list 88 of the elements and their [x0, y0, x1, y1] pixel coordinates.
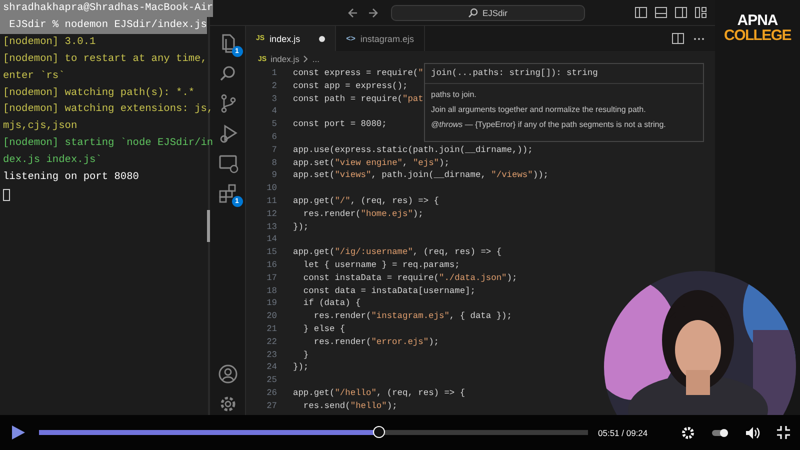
code-line: } else { [302, 322, 346, 336]
code-line: let { username } = req.params; [302, 258, 460, 272]
terminal-line: [nodemon] watching path(s): *.* [2, 86, 195, 101]
volume-icon[interactable] [745, 426, 761, 440]
split-editor-icon[interactable] [672, 33, 684, 44]
code-line: const express = require(" [293, 67, 424, 80]
line-number: 6 [270, 130, 277, 144]
line-number: 18 [266, 284, 277, 298]
code-line: app.get("/ig/:username", (req, res) => { [293, 246, 502, 259]
account-icon[interactable] [216, 363, 238, 385]
terminal-line: [nodemon] 3.0.1 [2, 34, 96, 50]
chevron-icon [303, 55, 308, 63]
line-number: 4 [270, 105, 277, 118]
command-center-search[interactable]: EJSdir [391, 4, 585, 20]
line-number: 11 [266, 194, 277, 208]
line-number: 15 [266, 246, 277, 259]
code-line: const data = instaData[username]; [302, 284, 476, 298]
line-number: 24 [266, 361, 277, 374]
line-number: 13 [266, 220, 277, 234]
forward-arrow-icon[interactable] [367, 6, 379, 18]
line-number: 8 [270, 156, 277, 170]
brand-logo: APNA COLLEGE [723, 13, 792, 43]
code-line: if (data) { [302, 297, 361, 310]
code-line: app.set("view engine", "ejs"); [293, 156, 450, 170]
terminal-line: mjs,cjs,json [2, 119, 78, 134]
sidebar-layout-icon[interactable] [635, 7, 647, 18]
code-line: res.render("home.ejs"); [302, 208, 424, 221]
code-line: const app = express(); [293, 80, 408, 93]
line-number: 17 [266, 272, 277, 285]
code-line: } [302, 348, 309, 362]
video-time: 05:51 / 09:24 [598, 428, 648, 438]
scrollbar[interactable] [207, 210, 210, 242]
throws-note: @throws — {TypeError} if any of the path segments is not a string. [431, 120, 667, 129]
code-line: app.set("views", path.join(__dirname, "/views")); [293, 169, 548, 182]
extensions-icon[interactable] [216, 182, 238, 204]
code-line: res.render("error.ejs"); [312, 336, 439, 349]
function-description: Join all arguments together and normalize the resulting path. [431, 105, 647, 114]
code-line: res.render("instagram.ejs", { data }); [312, 310, 512, 323]
breadcrumb-item[interactable]: ... [312, 54, 320, 64]
code-line: const port = 8080; [293, 118, 387, 131]
line-number: 2 [270, 80, 277, 93]
terminal-line: [nodemon] watching extensions: js, [2, 102, 214, 118]
line-number: 16 [266, 258, 277, 272]
line-number: 1 [270, 67, 277, 80]
exit-fullscreen-icon[interactable] [777, 426, 790, 439]
search-icon [468, 8, 478, 18]
settings-icon[interactable] [681, 426, 695, 440]
parameter-description: paths to join. [431, 90, 478, 99]
terminal-line: [nodemon] starting `node EJSdir/in [2, 136, 214, 152]
line-number: 12 [266, 208, 277, 221]
customize-layout-icon[interactable] [695, 7, 707, 18]
line-number: 21 [266, 322, 277, 336]
line-number: 10 [266, 182, 277, 195]
toggle-switch[interactable] [711, 428, 729, 438]
terminal-line: [nodemon] to restart at any time, [2, 52, 207, 67]
terminal-line: dex.js index.js` [2, 153, 102, 168]
line-number: 19 [266, 297, 277, 310]
line-number: 7 [270, 144, 277, 157]
breadcrumb-item[interactable]: index.js [270, 54, 300, 64]
code-line: const path = require("pat [293, 92, 424, 106]
code-line: app.get("/hello", (req, res) => { [293, 386, 466, 400]
code-line: }); [293, 220, 309, 234]
more-icon[interactable] [693, 36, 705, 40]
terminal-line: listening on port 8080 [2, 170, 139, 186]
code-line: app.use(express.static(path.join(__dirname,)); [293, 144, 533, 157]
line-number: 23 [266, 348, 277, 362]
code-file-icon: <> [346, 34, 356, 43]
line-number: 3 [270, 92, 277, 106]
line-number: 26 [266, 386, 277, 400]
panel-layout-icon[interactable] [655, 7, 667, 18]
code-line: res.send("hello"); [302, 400, 398, 413]
line-number: 25 [266, 374, 277, 387]
line-number: 14 [266, 233, 277, 246]
terminal-line: enter `rs` [2, 68, 65, 84]
text-cursor [3, 188, 10, 201]
secondary-sidebar-icon[interactable] [675, 7, 687, 18]
code-line: }); [293, 361, 309, 374]
line-number: 20 [266, 310, 277, 323]
back-arrow-icon[interactable] [347, 6, 359, 18]
line-number: 5 [270, 118, 277, 131]
line-number: 22 [266, 336, 277, 349]
play-icon[interactable] [11, 425, 25, 440]
progress-thumb[interactable] [373, 426, 386, 438]
function-signature: join(...paths: string[]): string [425, 68, 703, 84]
code-line: app.get("/", (req, res) => { [293, 194, 439, 208]
line-number: 27 [266, 400, 277, 413]
line-number: 9 [270, 169, 277, 182]
code-line: const instaData = require("./data.json"); [302, 272, 518, 285]
